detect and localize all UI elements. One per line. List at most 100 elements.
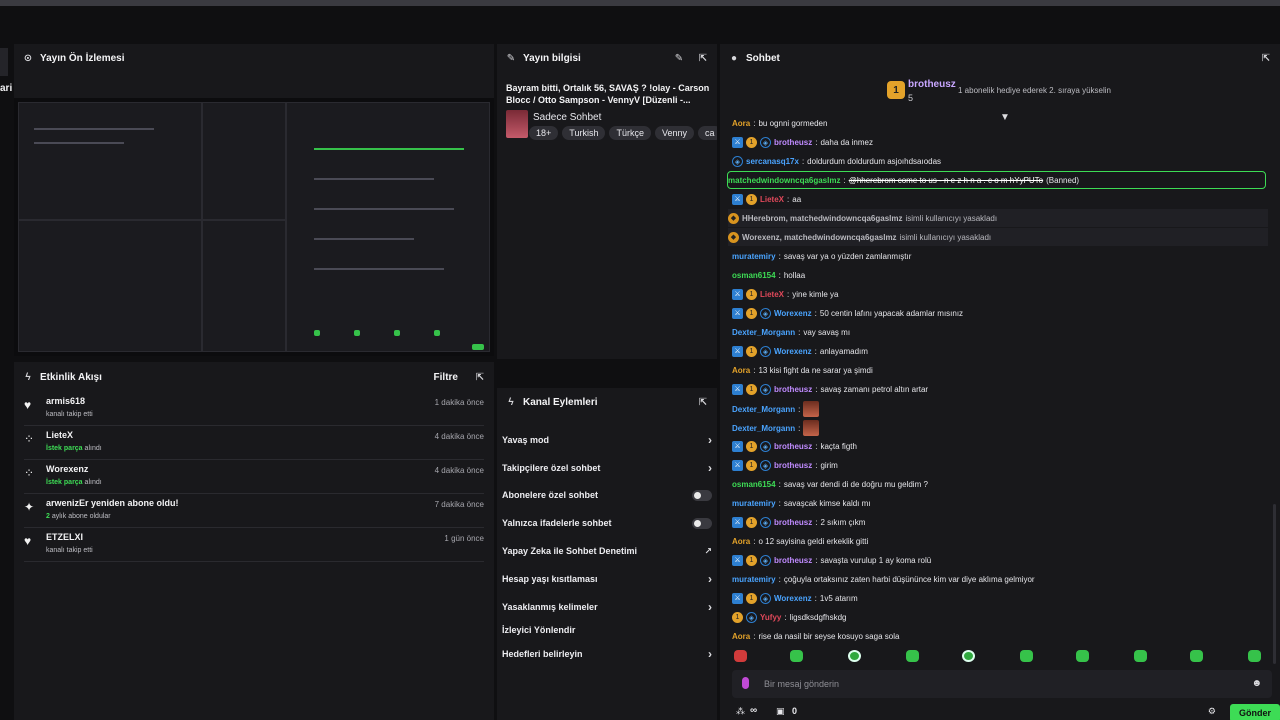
chat-username[interactable]: brotheusz [774,442,812,451]
edit-icon[interactable]: ✎ [673,52,685,64]
emote-button[interactable] [906,650,919,662]
emote-button[interactable] [848,650,861,662]
microphone-icon[interactable] [742,677,749,689]
chat-username[interactable]: osman6154 [732,271,776,280]
chat-username[interactable]: sercanasq17x [746,157,799,166]
channel-action-row[interactable]: Yalnızca ifadelerle sohbet [502,513,712,533]
gift-badge-icon[interactable]: ◈ [732,155,743,167]
subscriber-badge-icon[interactable]: 1 [746,288,757,300]
send-button[interactable]: Gönder [1230,704,1280,720]
gift-badge-icon[interactable]: ◈ [760,554,771,566]
chat-username[interactable]: brotheusz [774,518,812,527]
subscriber-badge-icon[interactable]: 1 [746,459,757,471]
subscriber-badge-icon[interactable]: 1 [746,592,757,604]
emote-button[interactable] [734,650,747,662]
tag-pill[interactable]: ca [698,126,717,140]
subscriber-badge-icon[interactable]: 1 [732,611,743,623]
chat-username[interactable]: HHerebrom, matchedwindowncqa6gaslmz [742,214,902,223]
external-link-icon[interactable]: ↗ [704,546,712,557]
tag-pill[interactable]: Türkçe [609,126,651,140]
chat-username[interactable]: muratemiry [732,499,776,508]
channel-action-row[interactable]: Takipçilere özel sohbet › [502,458,712,478]
gift-badge-icon[interactable]: ◈ [760,383,771,395]
chat-username[interactable]: Worexenz, matchedwindowncqa6gaslmz [742,233,897,242]
subscriber-badge-icon[interactable]: 1 [746,554,757,566]
chat-username[interactable]: Aora [732,119,750,128]
popout-icon[interactable]: ⇱ [474,371,486,383]
channel-action-row[interactable]: Hedefleri belirleyin › [502,644,712,664]
tag-pill[interactable]: Venny [654,126,694,140]
moderator-badge-icon[interactable]: ⚔ [732,345,743,357]
moderator-badge-icon[interactable]: ⚔ [732,383,743,395]
shield-icon[interactable]: ◆ [728,212,739,224]
chat-emote[interactable] [803,401,820,417]
chat-username[interactable]: Dexter_Morgann [732,405,795,414]
popout-icon[interactable]: ⇱ [1260,52,1272,64]
gift-badge-icon[interactable]: ◈ [760,516,771,528]
chat-username[interactable]: Aora [732,632,750,641]
gift-badge-icon[interactable]: ◈ [760,459,771,471]
chat-username[interactable]: matchedwindowncqa6gaslmz [728,176,840,185]
chat-username[interactable]: Aora [732,366,750,375]
subscriber-badge-icon[interactable]: 1 [746,307,757,319]
emote-button[interactable] [1248,650,1261,662]
channel-action-row[interactable]: Yavaş mod › [502,430,712,450]
moderator-badge-icon[interactable]: ⚔ [732,193,743,205]
popout-icon[interactable]: ⇱ [697,396,709,408]
popout-icon[interactable]: ⇱ [697,52,709,64]
subscriber-badge-icon[interactable]: 1 [746,136,757,148]
chat-username[interactable]: Worexenz [774,309,812,318]
tag-pill[interactable]: 18+ [529,126,559,140]
emote-button[interactable] [1020,650,1033,662]
subscriber-badge-icon[interactable]: 1 [746,193,757,205]
chat-emote[interactable] [803,420,820,436]
emoji-icon[interactable]: ☻ [1251,678,1262,689]
chat-username[interactable]: osman6154 [732,480,776,489]
channel-action-row[interactable]: İzleyici Yönlendir [502,620,712,640]
chat-username[interactable]: muratemiry [732,575,776,584]
moderator-badge-icon[interactable]: ⚔ [732,440,743,452]
moderator-badge-icon[interactable]: ⚔ [732,554,743,566]
channel-action-row[interactable]: Yapay Zeka ile Sohbet Denetimi ↗ [502,541,712,561]
toggle-switch[interactable] [692,489,712,501]
chat-username[interactable]: LieteX [760,290,784,299]
left-edge-tab[interactable] [0,48,8,76]
chat-username[interactable]: brotheusz [774,461,812,470]
moderator-badge-icon[interactable]: ⚔ [732,288,743,300]
gift-badge-icon[interactable]: ◈ [746,611,757,623]
toggle-switch[interactable] [692,517,712,529]
moderator-badge-icon[interactable]: ⚔ [732,516,743,528]
tag-pill[interactable]: Turkish [562,126,606,140]
emote-button[interactable] [962,650,975,662]
chat-username[interactable]: LieteX [760,195,784,204]
chat-username[interactable]: brotheusz [774,138,812,147]
gift-badge-icon[interactable]: ◈ [760,136,771,148]
channel-action-row[interactable]: Abonelere özel sohbet [502,485,712,505]
shield-icon[interactable]: ◆ [728,231,739,243]
settings-icon[interactable]: ⚙ [1208,706,1216,717]
emote-button[interactable] [1134,650,1147,662]
channel-action-row[interactable]: Hesap yaşı kısıtlaması › [502,569,712,589]
chat-username[interactable]: Aora [732,537,750,546]
emote-button[interactable] [1190,650,1203,662]
chevron-right-icon[interactable]: › [708,433,712,447]
chat-username[interactable]: muratemiry [732,252,776,261]
filter-button[interactable]: Filtre [434,372,458,383]
chat-username[interactable]: Worexenz [774,594,812,603]
subscriber-badge-icon[interactable]: 1 [746,383,757,395]
gift-badge-icon[interactable]: ◈ [760,345,771,357]
gift-badge-icon[interactable]: ◈ [760,592,771,604]
moderator-badge-icon[interactable]: ⚔ [732,136,743,148]
gift-badge-icon[interactable]: ◈ [760,440,771,452]
channel-action-row[interactable]: Yasaklanmış kelimeler › [502,597,712,617]
chat-username[interactable]: brotheusz [774,385,812,394]
chat-username[interactable]: Dexter_Morgann [732,424,795,433]
stream-preview-video[interactable] [14,98,494,356]
subscriber-badge-icon[interactable]: 1 [746,516,757,528]
chat-username[interactable]: Dexter_Morgann [732,328,795,337]
chevron-right-icon[interactable]: › [708,600,712,614]
chevron-right-icon[interactable]: › [708,461,712,475]
chat-username[interactable]: Worexenz [774,347,812,356]
chat-scrollbar[interactable] [1273,504,1276,664]
gift-badge-icon[interactable]: ◈ [760,307,771,319]
